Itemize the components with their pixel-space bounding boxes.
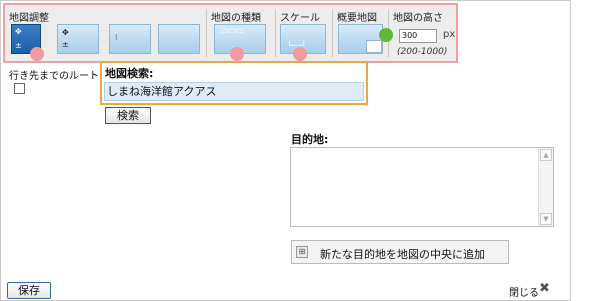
close-link[interactable]: 閉じる xyxy=(509,284,539,299)
destination-label: 目的地: xyxy=(291,133,329,146)
map-controls-group: 地図調整 ✥ ± ✥ ± ⁝ xyxy=(5,5,205,61)
map-type-title: 地図の種類 xyxy=(211,13,261,24)
highlight-marker xyxy=(379,28,393,42)
close-icon[interactable]: ✖ xyxy=(539,281,550,296)
small-map-control-button[interactable]: ✥ ± xyxy=(57,24,99,54)
route-checkbox[interactable] xyxy=(14,83,25,94)
plus-icon: ⊞ xyxy=(296,246,308,258)
overview-title: 概要地図 xyxy=(337,13,377,24)
map-height-title: 地図の高さ xyxy=(393,13,443,24)
map-type-group: 地図の種類 ▭▭▭ xyxy=(207,5,274,61)
map-type-tabs-icon: ▭▭▭ xyxy=(221,26,244,35)
map-height-input[interactable]: 300 xyxy=(399,29,437,43)
route-label: 行き先までのルート xyxy=(9,71,99,82)
highlight-marker xyxy=(30,47,44,61)
destination-scrollbar[interactable]: ▲ ▼ xyxy=(538,148,553,226)
map-settings-dialog: 地図調整 ✥ ± ✥ ± ⁝ 地図の種類 ▭▭▭ スケール └──┘ 概要地図 … xyxy=(0,0,571,301)
highlight-marker xyxy=(293,47,307,61)
scroll-up-icon[interactable]: ▲ xyxy=(540,149,552,161)
add-destination-label: 新たな目的地を地図の中央に追加 xyxy=(320,248,485,261)
highlight-marker xyxy=(230,47,244,61)
zoom-icon: ± xyxy=(62,40,69,49)
overview-map-button[interactable] xyxy=(338,24,383,54)
pan-arrows-icon: ✥ xyxy=(15,27,22,36)
map-height-range: (200-1000) xyxy=(397,47,448,57)
add-destination-button[interactable]: ⊞ 新たな目的地を地図の中央に追加 xyxy=(291,240,509,264)
pan-arrows-icon: ✥ xyxy=(62,28,69,37)
search-button[interactable]: 検索 xyxy=(105,107,151,124)
map-search-input[interactable]: しまね海洋館アクアス xyxy=(104,82,364,101)
map-controls-title: 地図調整 xyxy=(9,13,49,24)
map-search-panel: 地図検索: しまね海洋館アクアス xyxy=(100,61,368,105)
map-toolbar: 地図調整 ✥ ± ✥ ± ⁝ 地図の種類 ▭▭▭ スケール └──┘ 概要地図 … xyxy=(3,3,458,63)
no-control-button[interactable] xyxy=(158,24,200,54)
overview-inset-icon xyxy=(366,40,382,53)
scale-group: スケール └──┘ xyxy=(276,5,331,61)
zoom-icon: ⁝ xyxy=(115,33,118,42)
scroll-down-icon[interactable]: ▼ xyxy=(540,213,552,225)
scale-title: スケール xyxy=(280,13,320,24)
map-height-unit: px xyxy=(443,29,456,40)
save-button[interactable]: 保存 xyxy=(7,282,51,299)
destination-textarea[interactable]: ▲ ▼ xyxy=(290,147,554,227)
zoom-slider-icon: ± xyxy=(15,41,22,50)
zoom-only-control-button[interactable]: ⁝ xyxy=(109,24,151,54)
map-search-title: 地図検索: xyxy=(105,67,154,80)
